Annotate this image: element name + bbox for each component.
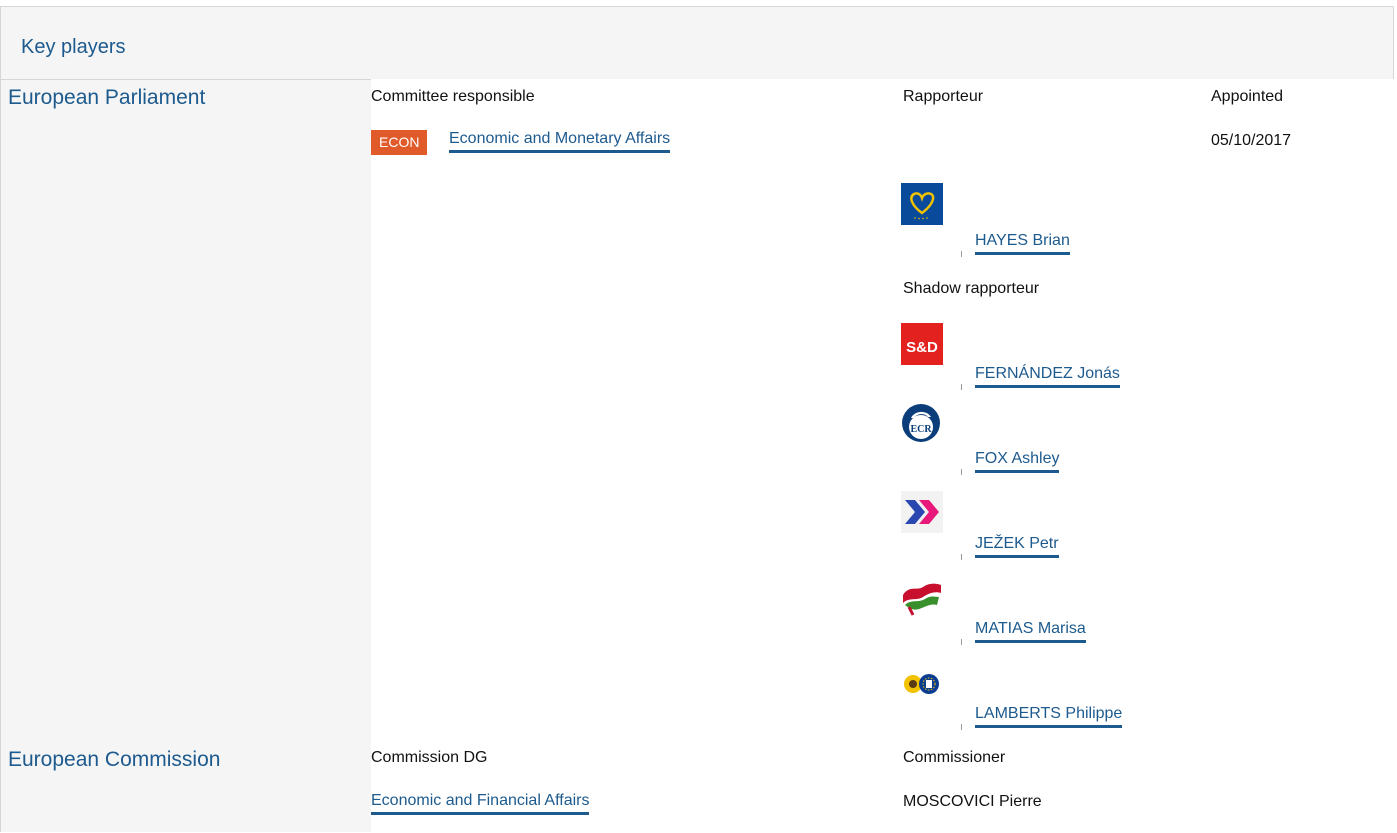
- key-players-header: Key players: [1, 7, 1393, 80]
- s-and-d-group-icon: S&D: [901, 323, 943, 365]
- divider: [961, 724, 962, 730]
- shadow-link-matias[interactable]: MATIAS Marisa: [975, 620, 1086, 643]
- shadow-link-fox[interactable]: FOX Ashley: [975, 450, 1060, 473]
- commissioner-name: MOSCOVICI Pierre: [903, 793, 1042, 810]
- appointed-heading: Appointed: [1211, 88, 1284, 105]
- section-title: Key players: [21, 36, 126, 58]
- alde-group-icon: [901, 491, 943, 533]
- players-content: Committee responsible Rapporteur Appoint…: [371, 79, 1395, 833]
- divider: [961, 384, 962, 390]
- svg-text:S&D: S&D: [906, 339, 938, 356]
- greens-efa-group-icon: [901, 671, 943, 713]
- divider: [961, 639, 962, 645]
- ecr-group-icon: ECR: [901, 402, 943, 444]
- shadow-link-lamberts[interactable]: LAMBERTS Philippe: [975, 705, 1123, 728]
- shadow-link-fernandez[interactable]: FERNÁNDEZ Jonás: [975, 365, 1120, 388]
- divider: [961, 554, 962, 560]
- appointed-date: 05/10/2017: [1211, 132, 1292, 149]
- committee-link[interactable]: Economic and Monetary Affairs: [449, 130, 671, 153]
- commission-dg-link[interactable]: Economic and Financial Affairs: [371, 792, 590, 815]
- commissioner-heading: Commissioner: [903, 749, 1006, 766]
- shadow-link-jezek[interactable]: JEŽEK Petr: [975, 535, 1059, 558]
- commission-dg-heading: Commission DG: [371, 749, 488, 766]
- divider: [961, 469, 962, 475]
- key-players-panel: Key players European Parliament European…: [0, 6, 1395, 833]
- svg-text:ECR: ECR: [910, 424, 932, 435]
- gue-ngl-group-icon: [901, 575, 943, 617]
- institution-european-parliament: European Parliament: [8, 86, 206, 109]
- committee-responsible-heading: Committee responsible: [371, 88, 535, 105]
- institution-european-commission: European Commission: [8, 748, 221, 771]
- divider: [961, 251, 962, 257]
- epp-group-icon: [901, 183, 943, 225]
- committee-badge: ECON: [371, 130, 428, 155]
- rapporteur-link-hayes[interactable]: HAYES Brian: [975, 232, 1070, 255]
- shadow-rapporteur-heading: Shadow rapporteur: [903, 280, 1040, 297]
- rapporteur-heading: Rapporteur: [903, 88, 984, 105]
